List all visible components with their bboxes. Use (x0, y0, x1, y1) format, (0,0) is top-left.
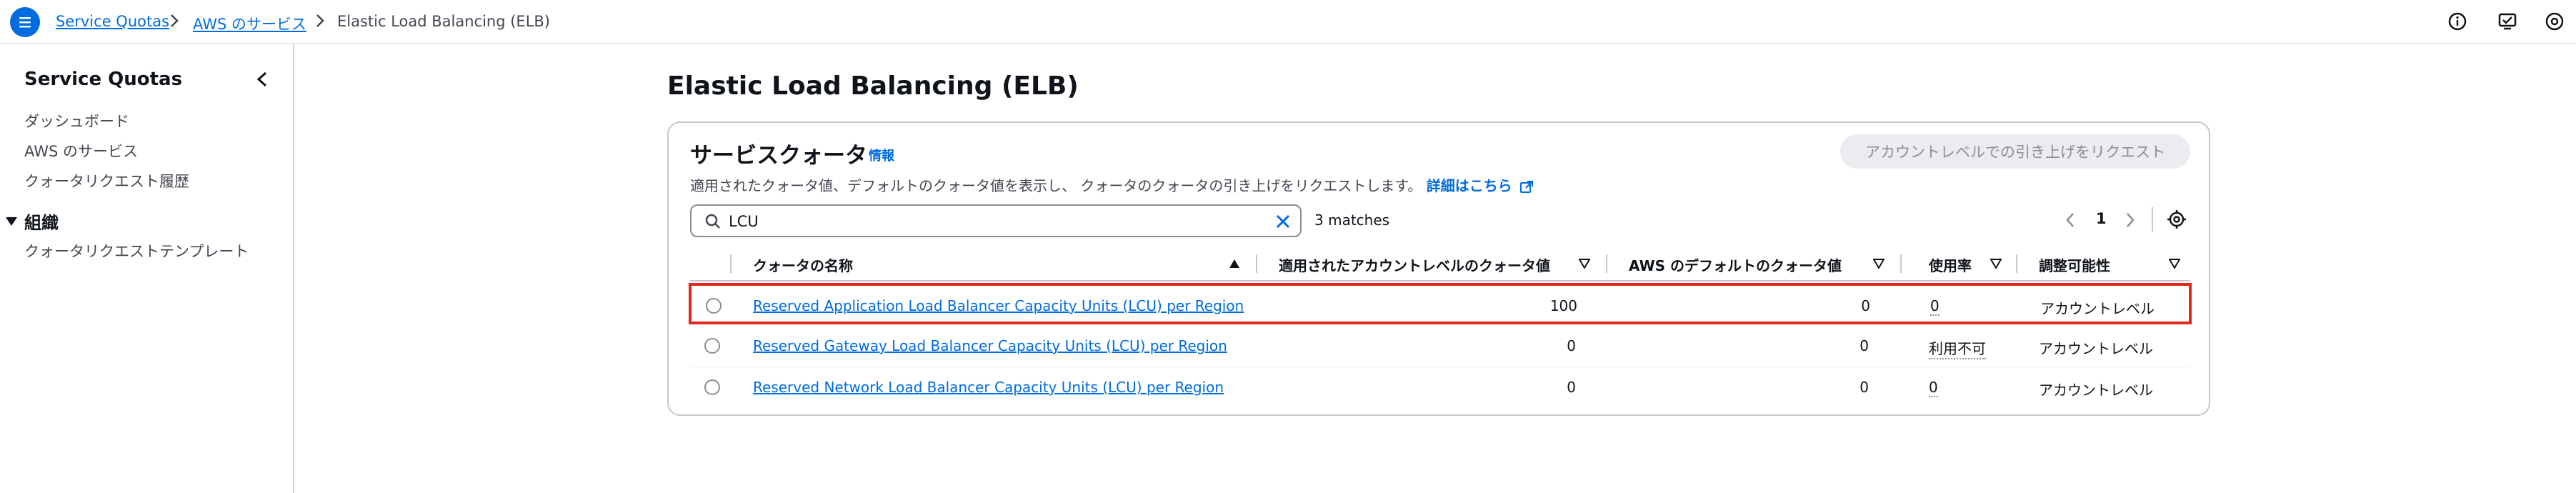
match-count: 3 matches (1314, 211, 1390, 229)
notifications-icon[interactable] (2496, 10, 2519, 33)
side-navigation: Service Quotas ダッシュボード AWS のサービス クォータリクエ… (0, 44, 294, 493)
column-divider (1900, 254, 1902, 273)
applied-value: 100 (1549, 297, 1577, 314)
learn-more-link[interactable]: 詳細はこちら (1427, 177, 1512, 194)
sidebar-title[interactable]: Service Quotas (24, 69, 182, 90)
external-link-icon (1520, 180, 1534, 193)
clear-icon[interactable] (1274, 213, 1292, 230)
column-divider (730, 254, 732, 273)
column-divider (2016, 254, 2017, 273)
info-link[interactable]: 情報 (869, 146, 894, 164)
usage-value[interactable]: 利用不可 (1929, 337, 1986, 359)
column-header-usage[interactable]: 使用率 (1929, 254, 1972, 275)
chevron-right-icon (171, 14, 179, 27)
sidebar-item-aws-services[interactable]: AWS のサービス (24, 140, 138, 161)
sidebar-item-quota-request-template[interactable]: クォータリクエストテンプレート (24, 240, 249, 262)
search-icon (705, 214, 720, 229)
applied-value: 0 (1567, 379, 1576, 396)
quota-name-link[interactable]: Reserved Gateway Load Balancer Capacity … (753, 337, 1227, 354)
gear-icon[interactable] (2166, 209, 2187, 230)
default-value: 0 (1859, 379, 1869, 396)
applied-value: 0 (1567, 337, 1576, 354)
panel-description: 適用されたクォータ値、デフォルトのクォータ値を表示し、 クォータのクォータの引き… (690, 174, 1534, 195)
breadcrumb-aws-services[interactable]: AWS のサービス (193, 13, 306, 34)
usage-value[interactable]: 0 (1929, 379, 1938, 397)
search-input[interactable] (729, 210, 1229, 233)
column-header-adjustability[interactable]: 調整可能性 (2039, 254, 2110, 275)
menu-button[interactable] (10, 7, 40, 37)
page-number[interactable]: 1 (2096, 210, 2107, 227)
caret-down-icon (6, 216, 17, 226)
service-quotas-panel: サービスクォータ 情報 適用されたクォータ値、デフォルトのクォータ値を表示し、 … (667, 121, 2210, 416)
column-header-default-value[interactable]: AWS のデフォルトのクォータ値 (1629, 254, 1842, 275)
table-row[interactable]: Reserved Application Load Balancer Capac… (689, 283, 2192, 324)
panel-title: サービスクォータ (690, 143, 867, 169)
page-title: Elastic Load Balancing (ELB) (667, 71, 1079, 101)
pager-divider (2152, 207, 2153, 231)
chevron-right-icon (316, 14, 324, 27)
info-icon[interactable] (2446, 10, 2469, 33)
sort-ascending-icon[interactable] (1229, 259, 1240, 269)
quota-name-link[interactable]: Reserved Application Load Balancer Capac… (753, 297, 1244, 314)
row-radio[interactable] (706, 298, 722, 314)
adjustability-value: アカウントレベル (2040, 300, 2155, 317)
column-divider (1606, 254, 1607, 273)
quota-name-link[interactable]: Reserved Network Load Balancer Capacity … (753, 379, 1224, 396)
default-value: 0 (1859, 337, 1869, 354)
sort-icon[interactable] (1990, 259, 2002, 269)
sidebar-item-dashboard[interactable]: ダッシュボード (24, 110, 129, 131)
table-row[interactable]: Reserved Gateway Load Balancer Capacity … (690, 326, 2190, 367)
usage-value[interactable]: 0 (1930, 297, 1940, 316)
column-header-applied-value[interactable]: 適用されたアカウントレベルのクォータ値 (1279, 254, 1550, 275)
adjustability-value: アカウントレベル (2039, 382, 2153, 399)
adjustability-value: アカウントレベル (2039, 340, 2153, 357)
column-header-quota-name[interactable]: クォータの名称 (753, 254, 853, 275)
breadcrumb-current: Elastic Load Balancing (ELB) (337, 13, 550, 30)
table-row[interactable]: Reserved Network Load Balancer Capacity … (690, 367, 2190, 409)
next-page-icon[interactable] (2123, 210, 2137, 230)
request-increase-button[interactable]: アカウントレベルでの引き上げをリクエスト (1840, 134, 2190, 169)
sort-icon[interactable] (2169, 259, 2180, 269)
table-header: クォータの名称 適用されたアカウントレベルのクォータ値 AWS のデフォルトのク… (690, 249, 2190, 282)
top-navigation-bar: Service Quotas AWS のサービス Elastic Load Ba… (0, 0, 2576, 44)
sidebar-item-quota-request-history[interactable]: クォータリクエスト履歴 (24, 170, 189, 191)
row-radio[interactable] (704, 338, 720, 354)
hamburger-icon (19, 17, 31, 28)
sidebar-section-label: 組織 (24, 213, 59, 233)
previous-page-icon[interactable] (2063, 210, 2077, 230)
default-value: 0 (1861, 297, 1870, 314)
sort-icon[interactable] (1873, 259, 1884, 269)
sidebar-section-organization[interactable]: 組織 (6, 209, 59, 234)
collapse-sidebar-icon[interactable] (253, 69, 271, 90)
search-field[interactable] (690, 204, 1302, 237)
sort-icon[interactable] (1579, 259, 1590, 269)
breadcrumb-service-quotas[interactable]: Service Quotas (56, 13, 169, 30)
column-divider (1256, 254, 1257, 273)
description-text: 適用されたクォータ値、デフォルトのクォータ値を表示し、 クォータのクォータの引き… (690, 177, 1422, 194)
settings-icon[interactable] (2543, 10, 2566, 33)
row-radio[interactable] (704, 379, 720, 395)
